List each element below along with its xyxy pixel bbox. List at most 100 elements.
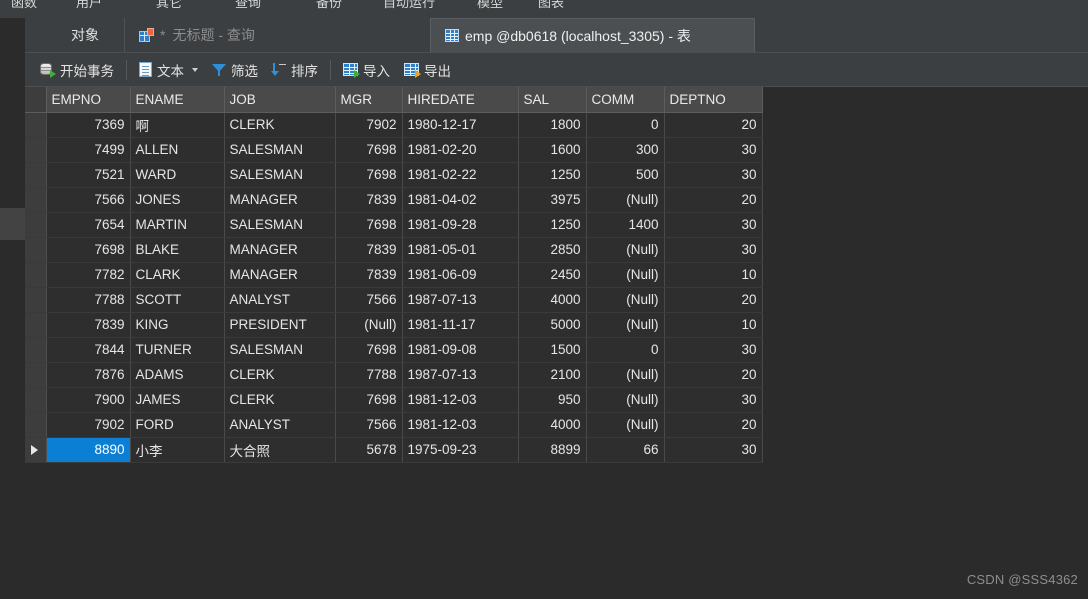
cell-mgr[interactable]: 7839 <box>335 262 403 288</box>
cell-deptno[interactable]: 10 <box>664 262 763 288</box>
cell-ename[interactable]: TURNER <box>130 337 225 363</box>
cell-comm[interactable]: (Null) <box>586 187 665 213</box>
cell-sal[interactable]: 1500 <box>518 337 587 363</box>
row-marker[interactable] <box>25 387 47 413</box>
table-row[interactable]: 7876 ADAMS CLERK 7788 1987-07-13 2100 (Null) 20 <box>25 362 763 388</box>
cell-mgr[interactable]: 7566 <box>335 412 403 438</box>
table-row[interactable]: 7698 BLAKE MANAGER 7839 1981-05-01 2850 (Null)… <box>25 237 763 263</box>
cell-hiredate[interactable]: 1975-09-23 <box>402 437 519 463</box>
cell-empno[interactable]: 7782 <box>46 262 131 288</box>
cell-comm[interactable]: (Null) <box>586 362 665 388</box>
cell-ename[interactable]: 啊 <box>130 112 225 138</box>
cell-deptno[interactable]: 20 <box>664 362 763 388</box>
cell-empno[interactable]: 7654 <box>46 212 131 238</box>
cell-deptno[interactable]: 30 <box>664 237 763 263</box>
cell-sal[interactable]: 8899 <box>518 437 587 463</box>
cell-job[interactable]: ANALYST <box>224 412 336 438</box>
cell-sal[interactable]: 1600 <box>518 137 587 163</box>
cell-ename[interactable]: SCOTT <box>130 287 225 313</box>
cell-ename[interactable]: JAMES <box>130 387 225 413</box>
cell-empno[interactable]: 7499 <box>46 137 131 163</box>
cell-job[interactable]: SALESMAN <box>224 137 336 163</box>
import-button[interactable]: 导入 <box>336 57 397 83</box>
row-marker[interactable] <box>25 112 47 138</box>
cell-comm[interactable]: 500 <box>586 162 665 188</box>
table-row[interactable]: 8890 小李 大合照 5678 1975-09-23 8899 66 30 <box>25 437 763 463</box>
cell-hiredate[interactable]: 1981-09-08 <box>402 337 519 363</box>
table-row[interactable]: 7844 TURNER SALESMAN 7698 1981-09-08 1500 0 30 <box>25 337 763 363</box>
cell-comm[interactable]: (Null) <box>586 287 665 313</box>
cell-mgr[interactable]: 7698 <box>335 162 403 188</box>
column-header-mgr[interactable]: MGR <box>335 87 403 113</box>
cell-hiredate[interactable]: 1981-09-28 <box>402 212 519 238</box>
cell-sal[interactable]: 1800 <box>518 112 587 138</box>
cell-sal[interactable]: 950 <box>518 387 587 413</box>
cell-hiredate[interactable]: 1981-02-20 <box>402 137 519 163</box>
tab-emp-table[interactable]: emp @db0618 (localhost_3305) - 表 <box>430 18 755 52</box>
cell-deptno[interactable]: 20 <box>664 112 763 138</box>
cell-deptno[interactable]: 20 <box>664 412 763 438</box>
row-marker[interactable] <box>25 237 47 263</box>
cell-mgr[interactable]: (Null) <box>335 312 403 338</box>
cell-mgr[interactable]: 7839 <box>335 187 403 213</box>
cell-mgr[interactable]: 7698 <box>335 212 403 238</box>
menu-item-1[interactable]: 用户 <box>73 0 105 12</box>
cell-empno[interactable]: 8890 <box>46 437 131 463</box>
cell-hiredate[interactable]: 1981-12-03 <box>402 387 519 413</box>
row-marker[interactable] <box>25 412 47 438</box>
cell-ename[interactable]: MARTIN <box>130 212 225 238</box>
cell-ename[interactable]: KING <box>130 312 225 338</box>
cell-comm[interactable]: (Null) <box>586 312 665 338</box>
cell-comm[interactable]: (Null) <box>586 387 665 413</box>
cell-mgr[interactable]: 7698 <box>335 337 403 363</box>
sort-button[interactable]: 排序 <box>265 57 325 83</box>
row-marker[interactable] <box>25 187 47 213</box>
export-button[interactable]: 导出 <box>397 57 458 83</box>
cell-sal[interactable]: 1250 <box>518 212 587 238</box>
cell-sal[interactable]: 4000 <box>518 287 587 313</box>
table-row[interactable]: 7902 FORD ANALYST 7566 1981-12-03 4000 (Null) 2… <box>25 412 763 438</box>
cell-empno[interactable]: 7521 <box>46 162 131 188</box>
cell-comm[interactable]: (Null) <box>586 262 665 288</box>
cell-sal[interactable]: 2450 <box>518 262 587 288</box>
menu-item-6[interactable]: 模型 <box>474 0 506 12</box>
table-row[interactable]: 7654 MARTIN SALESMAN 7698 1981-09-28 1250 1400… <box>25 212 763 238</box>
cell-empno[interactable]: 7788 <box>46 287 131 313</box>
cell-comm[interactable]: 300 <box>586 137 665 163</box>
cell-job[interactable]: 大合照 <box>224 437 336 463</box>
cell-hiredate[interactable]: 1981-12-03 <box>402 412 519 438</box>
column-header-job[interactable]: JOB <box>224 87 336 113</box>
cell-sal[interactable]: 3975 <box>518 187 587 213</box>
menu-item-5[interactable]: 自动运行 <box>380 0 438 12</box>
column-header-deptno[interactable]: DEPTNO <box>664 87 763 113</box>
cell-hiredate[interactable]: 1987-07-13 <box>402 287 519 313</box>
cell-comm[interactable]: 0 <box>586 112 665 138</box>
cell-deptno[interactable]: 30 <box>664 437 763 463</box>
row-marker[interactable] <box>25 362 47 388</box>
cell-mgr[interactable]: 7902 <box>335 112 403 138</box>
cell-mgr[interactable]: 7698 <box>335 387 403 413</box>
cell-empno[interactable]: 7876 <box>46 362 131 388</box>
cell-job[interactable]: MANAGER <box>224 262 336 288</box>
table-row[interactable]: 7839 KING PRESIDENT (Null) 1981-11-17 5000 (Nu… <box>25 312 763 338</box>
cell-job[interactable]: CLERK <box>224 387 336 413</box>
cell-ename[interactable]: 小李 <box>130 437 225 463</box>
cell-empno[interactable]: 7844 <box>46 337 131 363</box>
cell-ename[interactable]: CLARK <box>130 262 225 288</box>
cell-mgr[interactable]: 5678 <box>335 437 403 463</box>
cell-deptno[interactable]: 30 <box>664 137 763 163</box>
cell-ename[interactable]: ALLEN <box>130 137 225 163</box>
cell-deptno[interactable]: 20 <box>664 287 763 313</box>
menu-item-0[interactable]: 函数 <box>8 0 40 12</box>
cell-job[interactable]: PRESIDENT <box>224 312 336 338</box>
cell-ename[interactable]: BLAKE <box>130 237 225 263</box>
cell-job[interactable]: CLERK <box>224 362 336 388</box>
menu-item-3[interactable]: 查询 <box>232 0 264 12</box>
cell-comm[interactable]: (Null) <box>586 412 665 438</box>
cell-comm[interactable]: (Null) <box>586 237 665 263</box>
chevron-down-icon[interactable] <box>192 67 198 72</box>
menu-item-2[interactable]: 其它 <box>153 0 185 12</box>
cell-ename[interactable]: WARD <box>130 162 225 188</box>
row-marker[interactable] <box>25 312 47 338</box>
cell-job[interactable]: MANAGER <box>224 237 336 263</box>
